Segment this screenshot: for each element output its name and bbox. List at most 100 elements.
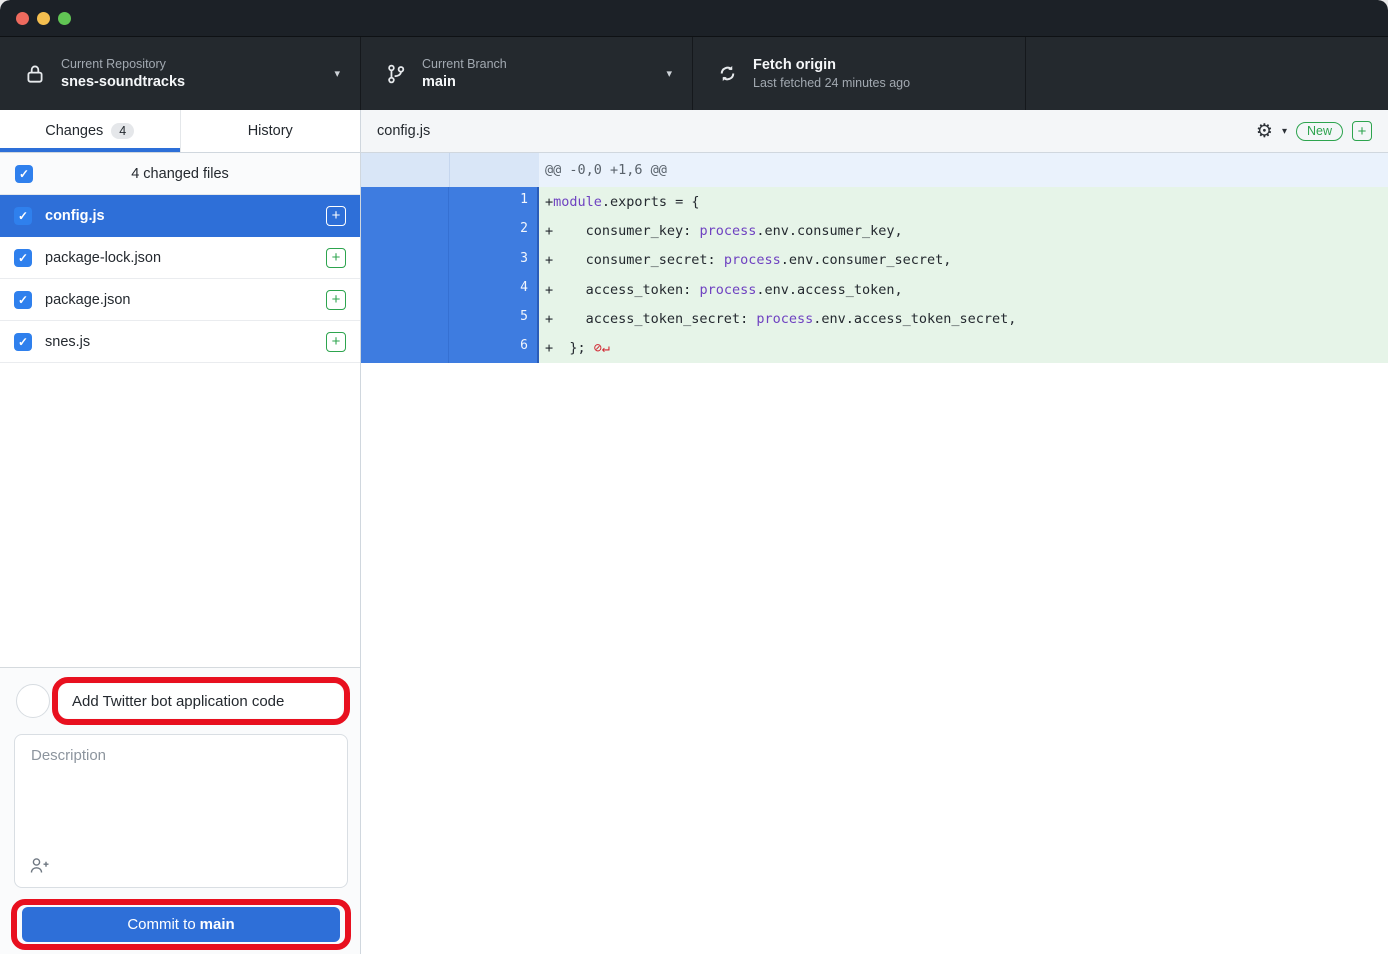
- added-status-icon: +: [326, 290, 346, 310]
- hunk-gutter[interactable]: [361, 153, 539, 187]
- diff-line-row: 5 + access_token_secret: process.env.acc…: [361, 304, 1388, 333]
- titlebar: [0, 0, 1388, 36]
- sidebar-tabbar: Changes 4 History: [0, 110, 360, 153]
- old-line-number: [361, 187, 449, 216]
- current-branch-dropdown[interactable]: Current Branch main ▾: [361, 37, 693, 110]
- diff-line-gutter[interactable]: 5: [361, 304, 539, 333]
- avatar: [16, 684, 50, 718]
- file-name: snes.js: [45, 334, 90, 350]
- new-line-number: 2: [449, 216, 537, 245]
- diff-pane: config.js ⚙ ▾ New + @@ -0,0 +1,6 @@ 1 +m…: [361, 110, 1388, 954]
- changed-files-header: ✓ 4 changed files: [0, 153, 360, 195]
- hunk-gutter-old-col: [361, 153, 450, 187]
- file-name: package-lock.json: [45, 250, 161, 266]
- diff-line-content: + consumer_secret: process.env.consumer_…: [539, 246, 1388, 275]
- file-checkbox[interactable]: ✓: [14, 291, 32, 309]
- diff-line-gutter[interactable]: 1: [361, 187, 539, 216]
- old-line-number: [361, 216, 449, 245]
- diff-empty-area: [361, 363, 1388, 954]
- diff-line-row: 1 +module.exports = {: [361, 187, 1388, 216]
- diff-line-row: 2 + consumer_key: process.env.consumer_k…: [361, 216, 1388, 245]
- file-row[interactable]: ✓ package-lock.json +: [0, 237, 360, 279]
- file-list-empty-area: [0, 363, 360, 667]
- hunk-header-text: @@ -0,0 +1,6 @@: [539, 153, 1388, 187]
- file-name: package.json: [45, 292, 130, 308]
- hunk-gutter-new-col: [450, 153, 539, 187]
- diff-line-content: +module.exports = {: [539, 187, 1388, 216]
- chevron-down-icon: ▾: [334, 67, 340, 80]
- commit-area: Add Twitter bot application code Descrip…: [0, 667, 360, 954]
- file-checkbox[interactable]: ✓: [14, 333, 32, 351]
- current-branch-value: main: [422, 74, 507, 90]
- added-file-status-icon: +: [1352, 121, 1372, 141]
- commit-button-branch: main: [200, 916, 235, 933]
- tab-history-label: History: [248, 123, 293, 139]
- file-row[interactable]: ✓ package.json +: [0, 279, 360, 321]
- file-checkbox[interactable]: ✓: [14, 249, 32, 267]
- diff-line-row: 3 + consumer_secret: process.env.consume…: [361, 246, 1388, 275]
- diff-line-gutter[interactable]: 4: [361, 275, 539, 304]
- new-line-number: 6: [449, 333, 537, 362]
- toolbar: Current Repository snes-soundtracks ▾ Cu…: [0, 36, 1388, 110]
- old-line-number: [361, 304, 449, 333]
- new-line-number: 1: [449, 187, 537, 216]
- old-line-number: [361, 275, 449, 304]
- diff-line-content: + consumer_key: process.env.consumer_key…: [539, 216, 1388, 245]
- added-status-icon: +: [326, 206, 346, 226]
- fetch-origin-subtitle: Last fetched 24 minutes ago: [753, 76, 910, 90]
- select-all-checkbox[interactable]: ✓: [15, 165, 33, 183]
- tab-history[interactable]: History: [180, 110, 361, 152]
- new-line-number: 5: [449, 304, 537, 333]
- current-repository-label: Current Repository: [61, 57, 185, 71]
- diff-toolbar: ⚙ ▾ New +: [1256, 121, 1372, 141]
- file-row[interactable]: ✓ snes.js +: [0, 321, 360, 363]
- zoom-window-button[interactable]: [58, 12, 71, 25]
- old-line-number: [361, 246, 449, 275]
- current-repository-dropdown[interactable]: Current Repository snes-soundtracks ▾: [0, 37, 361, 110]
- file-name: config.js: [45, 208, 105, 224]
- added-status-icon: +: [326, 248, 346, 268]
- description-placeholder: Description: [15, 735, 347, 776]
- diff-lines: 1 +module.exports = { 2 + consumer_key: …: [361, 187, 1388, 363]
- changes-sidebar: Changes 4 History ✓ 4 changed files ✓ co…: [0, 110, 361, 954]
- diff-line-gutter[interactable]: 6: [361, 333, 539, 362]
- chevron-down-icon: ▾: [666, 67, 672, 80]
- tab-changes[interactable]: Changes 4: [0, 110, 180, 152]
- file-checkbox[interactable]: ✓: [14, 207, 32, 225]
- current-repository-value: snes-soundtracks: [61, 74, 185, 90]
- active-tab-underline: [0, 148, 180, 152]
- commit-description-textarea[interactable]: Description: [14, 734, 348, 888]
- diff-header: config.js ⚙ ▾ New +: [361, 110, 1388, 153]
- commit-summary-input[interactable]: Add Twitter bot application code: [60, 684, 342, 718]
- diff-line-content: + }; ⊘↵: [539, 333, 1388, 362]
- diff-line-content: + access_token: process.env.access_token…: [539, 275, 1388, 304]
- chevron-down-icon[interactable]: ▾: [1282, 126, 1287, 137]
- new-file-badge: New: [1296, 122, 1343, 141]
- sync-icon: [717, 63, 738, 84]
- old-line-number: [361, 333, 449, 362]
- add-coauthor-icon[interactable]: [29, 856, 50, 875]
- diff-file-name: config.js: [377, 123, 430, 139]
- fetch-origin-button[interactable]: Fetch origin Last fetched 24 minutes ago: [693, 37, 1026, 110]
- changes-count-badge: 4: [111, 123, 134, 139]
- diff-line-gutter[interactable]: 3: [361, 246, 539, 275]
- minimize-window-button[interactable]: [37, 12, 50, 25]
- gear-icon[interactable]: ⚙: [1256, 122, 1273, 141]
- commit-to-main-button[interactable]: Commit to main: [22, 907, 340, 942]
- tab-changes-label: Changes: [45, 123, 103, 139]
- changed-files-count-label: 4 changed files: [131, 166, 229, 182]
- diff-line-gutter[interactable]: 2: [361, 216, 539, 245]
- commit-button-prefix: Commit to: [127, 916, 195, 933]
- file-row[interactable]: ✓ config.js +: [0, 195, 360, 237]
- new-line-number: 3: [449, 246, 537, 275]
- fetch-origin-title: Fetch origin: [753, 57, 910, 73]
- close-window-button[interactable]: [16, 12, 29, 25]
- diff-line-row: 4 + access_token: process.env.access_tok…: [361, 275, 1388, 304]
- hunk-header-row: @@ -0,0 +1,6 @@: [361, 153, 1388, 187]
- git-branch-icon: [385, 63, 407, 85]
- github-desktop-window: Current Repository snes-soundtracks ▾ Cu…: [0, 0, 1388, 954]
- lock-icon: [24, 63, 46, 85]
- added-status-icon: +: [326, 332, 346, 352]
- toolbar-empty-area: [1026, 37, 1388, 110]
- diff-line-content: + access_token_secret: process.env.acces…: [539, 304, 1388, 333]
